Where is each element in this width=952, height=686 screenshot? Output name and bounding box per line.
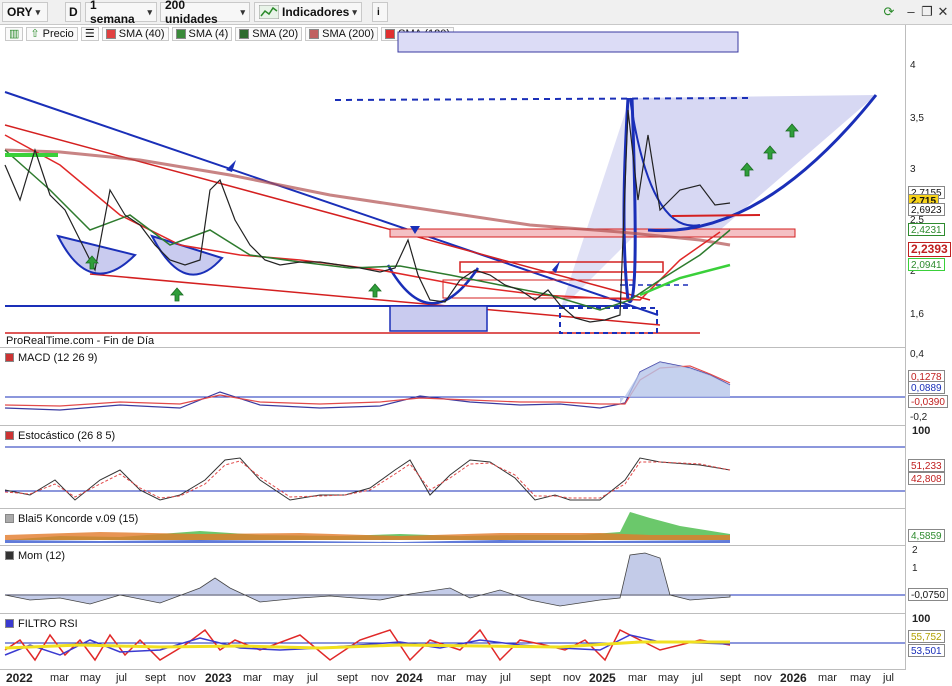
- rsi-title-label: FILTRO RSI: [18, 617, 78, 630]
- x-tick: jul: [307, 672, 319, 684]
- data-credit: ProRealTime.com - Fin de Día: [6, 335, 155, 347]
- sma-green-recent: [639, 263, 731, 297]
- koncorde-blue: [5, 540, 730, 543]
- separator-koncorde[interactable]: [0, 508, 905, 509]
- price-label-sma120: 2,2393: [908, 242, 951, 257]
- macd-title-label: MACD (12 26 9): [18, 351, 98, 364]
- koncorde-title-label: Blai5 Koncorde v.09 (15): [18, 512, 139, 525]
- separator-mom[interactable]: [0, 545, 905, 546]
- stoch-value: 42,808: [908, 472, 945, 485]
- mom-tick: 2: [912, 545, 918, 556]
- price-label-sma4: 2,0941: [908, 258, 945, 271]
- downtrend-line: [4, 91, 659, 316]
- separator-stoch[interactable]: [0, 425, 905, 426]
- stoch-title[interactable]: Estocástico (26 8 5): [5, 428, 119, 443]
- macd-value: -0,0390: [908, 395, 948, 408]
- x-tick: sept: [145, 672, 166, 684]
- x-tick: jul: [692, 672, 704, 684]
- down-arrows: [226, 160, 560, 273]
- x-tick: may: [80, 672, 101, 684]
- x-tick: mar: [243, 672, 262, 684]
- mom-title-label: Mom (12): [18, 549, 66, 562]
- separator-rsi[interactable]: [0, 613, 905, 614]
- price-tick: 3: [910, 164, 916, 175]
- cup-2: [150, 234, 224, 276]
- macd-tick: -0,2: [910, 412, 928, 423]
- price-label-sma: 2,6923: [908, 203, 945, 216]
- rsi-swatch: [5, 619, 14, 628]
- price-axis-border: [905, 25, 906, 670]
- mom-tick: 1: [912, 563, 918, 574]
- mom-title[interactable]: Mom (12): [5, 548, 69, 563]
- macd-swatch: [5, 353, 14, 362]
- x-tick: jul: [116, 672, 128, 684]
- x-tick: mar: [437, 672, 456, 684]
- x-tick: nov: [754, 672, 772, 684]
- x-tick: nov: [371, 672, 389, 684]
- x-tick: sept: [337, 672, 358, 684]
- x-tick-year: 2026: [780, 671, 807, 685]
- blue-annotation-box: [397, 31, 739, 53]
- rsi-value: 53,501: [908, 644, 945, 657]
- separator-macd[interactable]: [0, 347, 905, 348]
- macd-title[interactable]: MACD (12 26 9): [5, 350, 101, 365]
- rsi-value: 55,752: [908, 630, 945, 643]
- x-tick-year: 2023: [205, 671, 232, 685]
- mom-area: [4, 552, 731, 607]
- x-tick-year: 2025: [589, 671, 616, 685]
- red-box-upper: [459, 261, 664, 273]
- mom-value: -0,0750: [908, 588, 948, 601]
- price-tick: 1,6: [910, 309, 924, 320]
- stoch-value: 51,233: [908, 459, 945, 472]
- price-label-sma20: 2,4231: [908, 223, 945, 236]
- x-tick: may: [850, 672, 871, 684]
- x-tick: nov: [563, 672, 581, 684]
- x-tick: jul: [500, 672, 512, 684]
- stoch-swatch: [5, 431, 14, 440]
- x-tick: may: [658, 672, 679, 684]
- x-tick: mar: [628, 672, 647, 684]
- cup-1: [56, 234, 137, 275]
- koncorde-swatch: [5, 514, 14, 523]
- macd-value: 0,0889: [908, 381, 945, 394]
- stoch-tick: 100: [912, 425, 931, 437]
- x-tick: jul: [883, 672, 895, 684]
- price-tick: 4: [910, 60, 916, 71]
- x-tick-year: 2024: [396, 671, 423, 685]
- stoch-title-label: Estocástico (26 8 5): [18, 429, 116, 442]
- stoch-d-line: [4, 460, 731, 499]
- separator-xaxis: [0, 669, 905, 670]
- x-tick-year: 2022: [6, 671, 33, 685]
- x-tick: sept: [530, 672, 551, 684]
- x-tick: may: [273, 672, 294, 684]
- accumulation-box: [389, 305, 488, 332]
- x-tick: nov: [178, 672, 196, 684]
- price-tick: 3,5: [910, 113, 924, 124]
- koncorde-title[interactable]: Blai5 Koncorde v.09 (15): [5, 511, 142, 526]
- macd-fill: [620, 362, 730, 404]
- handle-support-line: [671, 214, 761, 217]
- x-tick: mar: [50, 672, 69, 684]
- mom-swatch: [5, 551, 14, 560]
- koncorde-value: 4,5859: [908, 529, 945, 542]
- x-tick: may: [466, 672, 487, 684]
- x-tick: sept: [720, 672, 741, 684]
- x-tick: mar: [818, 672, 837, 684]
- macd-tick: 0,4: [910, 349, 924, 360]
- target-triangle: [630, 95, 876, 230]
- stoch-k-line: [4, 457, 731, 501]
- rsi-tick: 100: [912, 613, 931, 625]
- rsi-title[interactable]: FILTRO RSI: [5, 616, 81, 631]
